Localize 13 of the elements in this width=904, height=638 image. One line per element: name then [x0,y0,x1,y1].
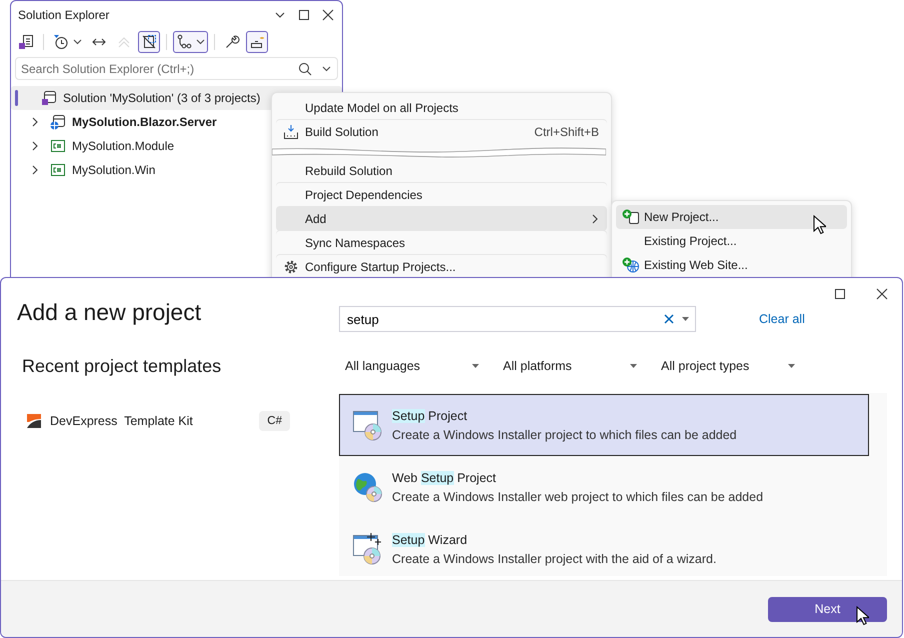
template-description: Create a Windows Installer web project to which files can be added [392,490,764,504]
template-description: Create a Windows Installer project to which files can be added [392,428,737,442]
template-title: Setup Wizard [392,532,468,546]
template-name: DevExpress Template Kit [50,414,193,428]
template-title: Setup Project [392,408,468,422]
language-tag: C# [259,411,290,431]
menu-label: Build Solution [305,125,378,139]
shortcut-text: Ctrl+Shift+B [534,125,599,139]
template-description: Create a Windows Installer project with the aid of a wizard. [392,552,716,566]
window-title: Solution Explorer [18,8,110,22]
template-title: Web Setup Project [392,470,496,484]
dialog-title: Add a new project [17,298,202,327]
section-heading: Recent project templates [22,355,222,378]
